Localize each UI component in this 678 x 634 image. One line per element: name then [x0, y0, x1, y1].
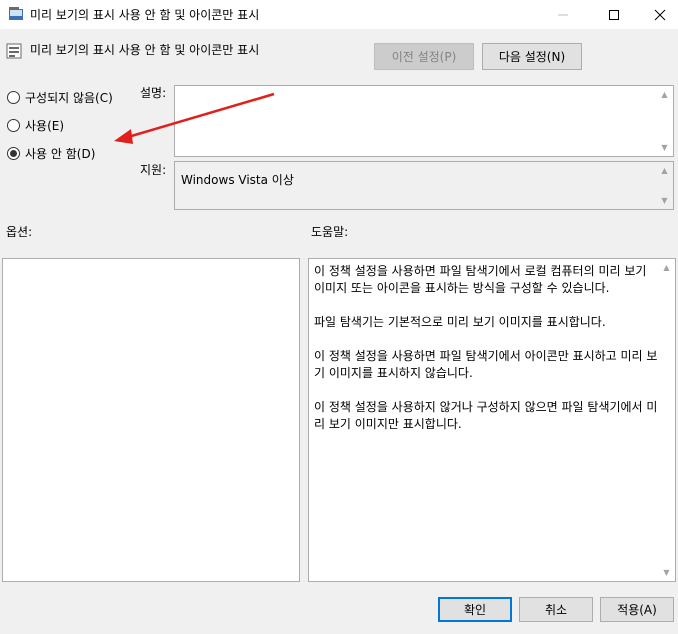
supported-on-label: 지원: [140, 163, 167, 177]
radio-not-configured[interactable]: 구성되지 않음(C) [7, 89, 113, 106]
maximize-icon [609, 9, 619, 20]
radio-label: 사용 안 함(D) [25, 147, 96, 161]
scroll-up-icon[interactable]: ▲ [658, 259, 675, 276]
next-setting-label: 다음 설정(N) [498, 50, 566, 64]
prev-setting-button[interactable]: 이전 설정(P) [374, 43, 474, 70]
supported-on-value: Windows Vista 이상 [181, 173, 294, 187]
supported-on-scrollbar[interactable]: ▲ ▼ [656, 162, 673, 209]
title-bar[interactable]: 미리 보기의 표시 사용 안 함 및 아이콘만 표시 [0, 0, 678, 29]
radio-enabled[interactable]: 사용(E) [7, 117, 64, 134]
prev-setting-label: 이전 설정(P) [391, 50, 457, 64]
annotation-arrowhead [114, 129, 133, 144]
ok-label: 확인 [463, 603, 487, 617]
cancel-button[interactable]: 취소 [519, 597, 593, 622]
policy-setting-icon [6, 43, 22, 59]
help-label: 도움말: [311, 225, 349, 239]
radio-label: 구성되지 않음(C) [25, 91, 113, 105]
comment-textarea[interactable]: ▲ ▼ [174, 85, 674, 157]
close-icon [654, 9, 666, 20]
comment-label: 설명: [140, 86, 167, 100]
options-pane [2, 258, 300, 582]
scroll-up-icon[interactable]: ▲ [656, 86, 673, 103]
apply-label: 적용(A) [617, 603, 657, 617]
supported-on-field: Windows Vista 이상 ▲ ▼ [174, 161, 674, 210]
help-scrollbar[interactable]: ▲ ▼ [658, 259, 675, 581]
scroll-down-icon[interactable]: ▼ [658, 564, 675, 581]
window-title: 미리 보기의 표시 사용 안 함 및 아이콘만 표시 [30, 8, 260, 22]
scroll-down-icon[interactable]: ▼ [656, 139, 673, 156]
radio-circle [7, 119, 20, 132]
radio-disabled[interactable]: 사용 안 함(D) [7, 145, 95, 162]
comment-scrollbar[interactable]: ▲ ▼ [656, 86, 673, 156]
radio-circle-selected [7, 147, 20, 160]
policy-title: 미리 보기의 표시 사용 안 함 및 아이콘만 표시 [30, 43, 260, 57]
radio-circle [7, 91, 20, 104]
radio-label: 사용(E) [25, 119, 65, 133]
ok-button[interactable]: 확인 [438, 597, 512, 622]
minimize-button[interactable] [540, 0, 586, 29]
maximize-button[interactable] [591, 0, 637, 29]
options-label: 옵션: [6, 225, 33, 239]
policy-settings-icon [9, 7, 23, 20]
help-pane[interactable]: 이 정책 설정을 사용하면 파일 탐색기에서 로컬 컴퓨터의 미리 보기 이미지… [308, 258, 676, 582]
scroll-up-icon[interactable]: ▲ [656, 162, 673, 179]
cancel-label: 취소 [544, 603, 568, 617]
next-setting-button[interactable]: 다음 설정(N) [482, 43, 582, 70]
apply-button[interactable]: 적용(A) [600, 597, 674, 622]
help-text: 이 정책 설정을 사용하면 파일 탐색기에서 로컬 컴퓨터의 미리 보기 이미지… [314, 264, 658, 431]
scroll-down-icon[interactable]: ▼ [656, 192, 673, 209]
close-button[interactable] [637, 0, 678, 29]
minimize-icon [558, 14, 568, 15]
